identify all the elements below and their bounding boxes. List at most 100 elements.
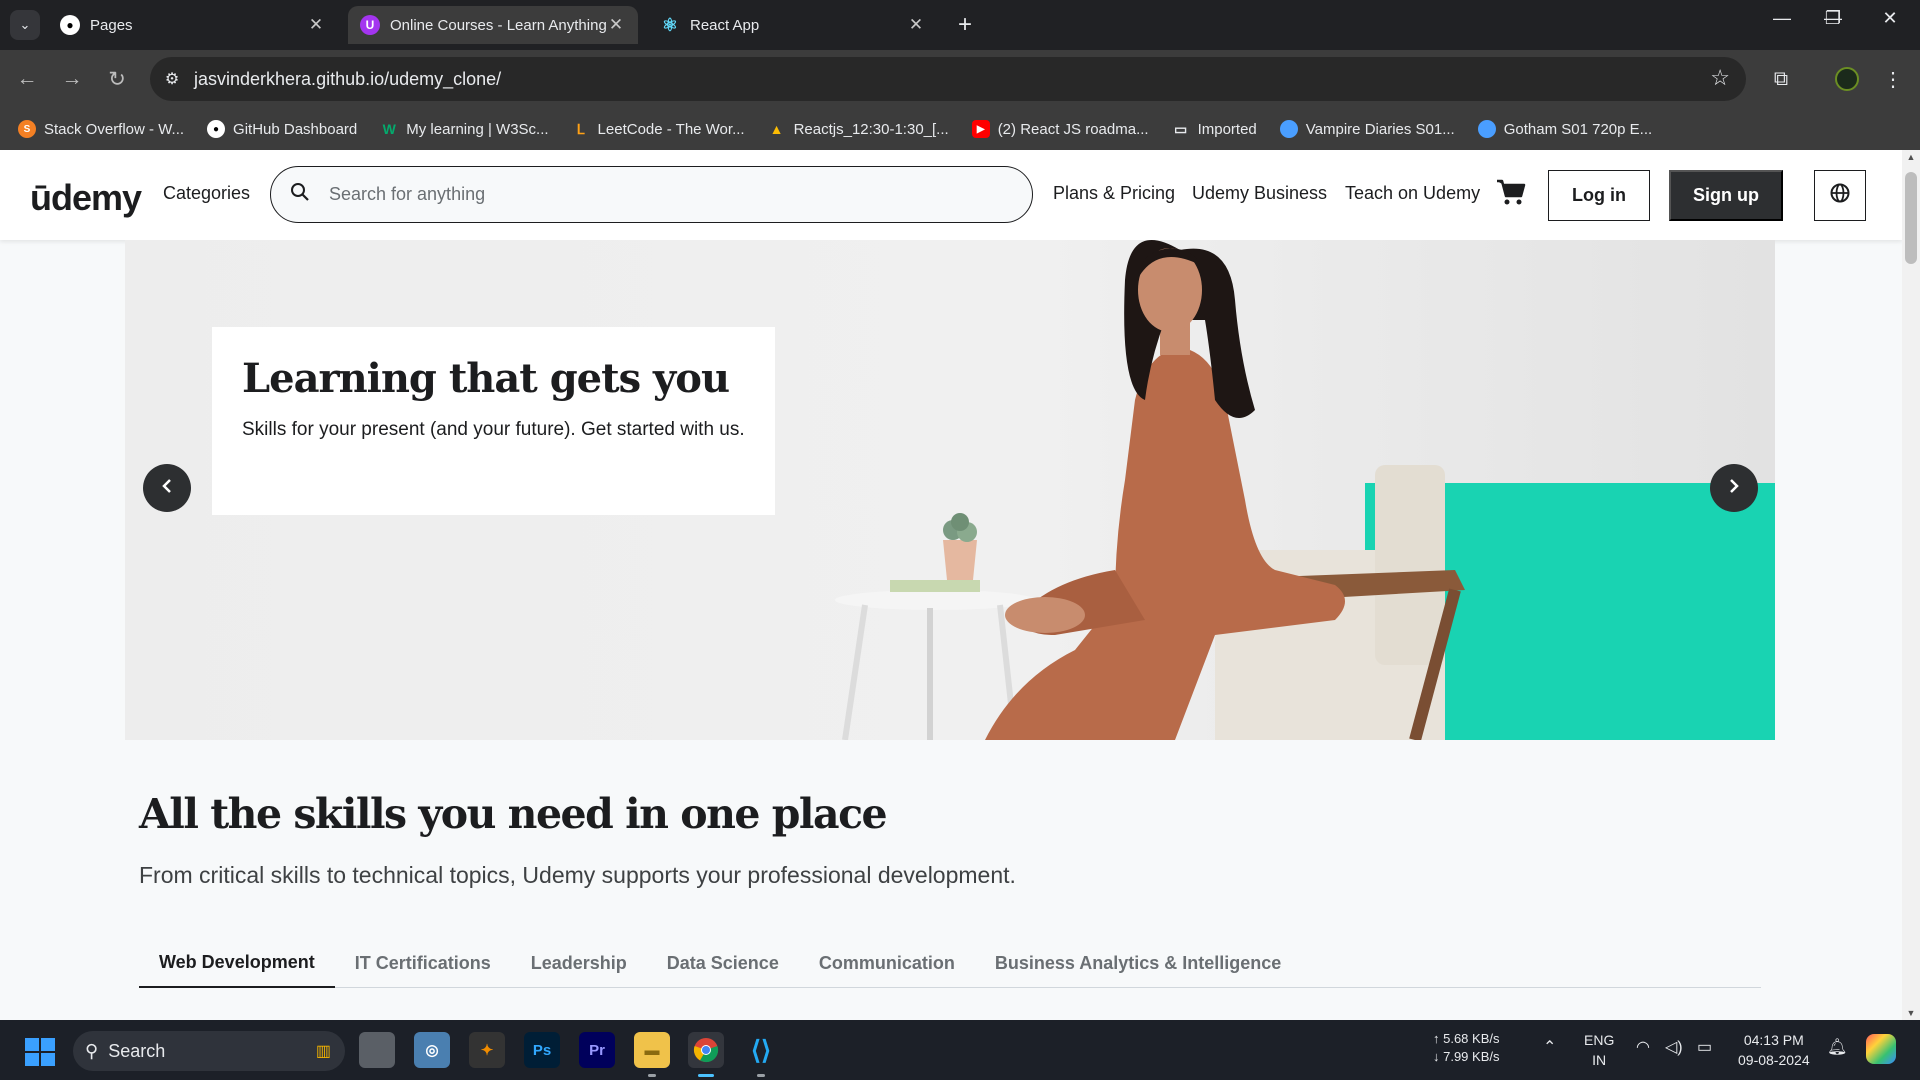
taskbar-search[interactable]: ⚲ Search ▥: [73, 1031, 345, 1071]
chrome-menu-icon[interactable]: ⋮: [1876, 62, 1910, 96]
bookmark-item[interactable]: Vampire Diaries S01...: [1279, 120, 1455, 138]
page-scrollbar[interactable]: ▲ ▼: [1902, 150, 1920, 1020]
search-input[interactable]: [329, 184, 1032, 205]
site-info-icon[interactable]: ⚙: [150, 69, 194, 89]
clock[interactable]: 04:13 PM 09-08-2024: [1738, 1030, 1810, 1070]
logo-text: ūdemy: [30, 177, 142, 218]
bookmark-item[interactable]: Gotham S01 720p E...: [1477, 120, 1652, 138]
address-bar-row: ← → ↻ ⚙ jasvinderkhera.github.io/udemy_c…: [0, 50, 1920, 108]
notification-bell-icon[interactable]: 🔔︎: [1827, 1038, 1847, 1058]
new-tab-icon[interactable]: +: [950, 10, 980, 40]
login-button[interactable]: Log in: [1548, 170, 1650, 221]
volume-icon[interactable]: ◁): [1665, 1038, 1683, 1058]
signup-button[interactable]: Sign up: [1669, 170, 1783, 221]
bookmark-label: Stack Overflow - W...: [44, 120, 185, 138]
scrollbar-thumb[interactable]: [1905, 172, 1917, 264]
bookmark-item[interactable]: ▶ (2) React JS roadma...: [971, 120, 1149, 138]
chevron-right-icon: [1726, 478, 1742, 499]
categories-link[interactable]: Categories: [163, 183, 250, 204]
forward-icon[interactable]: →: [57, 64, 87, 94]
close-tab-icon[interactable]: ✕: [606, 15, 626, 35]
skills-tabs: Web Development IT Certifications Leader…: [139, 938, 1761, 988]
omnibox[interactable]: ⚙ jasvinderkhera.github.io/udemy_clone/ …: [150, 57, 1746, 101]
hero-title: Learning that gets you: [242, 355, 730, 402]
shopping-cart-icon[interactable]: [1496, 178, 1528, 208]
bookmarks-bar: S Stack Overflow - W... ● GitHub Dashboard…: [0, 108, 1920, 150]
file-explorer-icon[interactable]: ▬: [634, 1032, 670, 1068]
url-text[interactable]: jasvinderkhera.github.io/udemy_clone/: [194, 69, 501, 90]
hero-person-illustration: [835, 240, 1465, 740]
tab-title: Online Courses - Learn Anything: [390, 16, 606, 34]
tab-leadership[interactable]: Leadership: [511, 938, 647, 988]
bookmark-label: Vampire Diaries S01...: [1305, 120, 1455, 138]
tab-data-science[interactable]: Data Science: [647, 938, 799, 988]
plans-pricing-link[interactable]: Plans & Pricing: [1053, 183, 1175, 204]
bookmark-item[interactable]: ▲ Reactjs_12:30-1:30_[...: [768, 120, 949, 138]
scroll-up-icon[interactable]: ▲: [1902, 152, 1920, 162]
tab-it-certifications[interactable]: IT Certifications: [335, 938, 511, 988]
vscode-icon[interactable]: ⟨⟩: [743, 1032, 779, 1068]
lang-line-1: ENG: [1584, 1032, 1615, 1048]
bookmark-label: (2) React JS roadma...: [997, 120, 1149, 138]
battery-icon[interactable]: ▭: [1697, 1038, 1712, 1058]
tab-web-development[interactable]: Web Development: [139, 938, 335, 988]
stackoverflow-icon: S: [18, 120, 36, 138]
bookmark-star-icon[interactable]: ☆: [1710, 65, 1730, 91]
chevron-up-icon[interactable]: ⌃: [1543, 1038, 1556, 1058]
bookmark-label: My learning | W3Sc...: [406, 120, 549, 138]
profile-avatar-icon[interactable]: [1830, 62, 1864, 96]
hero-banner: Learning that gets you Skills for your p…: [125, 240, 1775, 740]
restore-window-icon[interactable]: ❐: [1813, 8, 1853, 29]
running-indicator: [648, 1074, 656, 1077]
carousel-prev-button[interactable]: [143, 464, 191, 512]
extensions-icon[interactable]: ⧉: [1764, 62, 1798, 96]
udemy-business-link[interactable]: Udemy Business: [1192, 183, 1327, 204]
udemy-logo[interactable]: ūdemy: [30, 170, 142, 218]
reload-icon[interactable]: ↻: [102, 64, 132, 94]
site-header: ūdemy Categories Plans & Pricing Udemy B…: [0, 150, 1902, 240]
back-icon[interactable]: ←: [12, 64, 42, 94]
premiere-pro-icon[interactable]: Pr: [579, 1032, 615, 1068]
w3schools-icon: W: [382, 121, 396, 137]
photoshop-icon[interactable]: Ps: [524, 1032, 560, 1068]
tab-search-dropdown-icon[interactable]: ⌄: [10, 10, 40, 40]
teach-on-udemy-link[interactable]: Teach on Udemy: [1345, 183, 1480, 204]
wifi-icon[interactable]: ◠: [1636, 1038, 1650, 1058]
scroll-down-icon[interactable]: ▼: [1902, 1008, 1920, 1018]
folder-icon: ▭: [1173, 120, 1188, 137]
minimize-window-icon[interactable]: —: [1762, 8, 1802, 29]
google-drive-icon: ▲: [769, 121, 784, 137]
clock-date: 09-08-2024: [1738, 1052, 1810, 1068]
windows-start-icon[interactable]: [25, 1038, 55, 1066]
language-indicator[interactable]: ENG IN: [1584, 1030, 1614, 1070]
hero-text-card: Learning that gets you Skills for your p…: [212, 327, 775, 515]
close-tab-icon[interactable]: ✕: [306, 15, 326, 35]
bookmark-item[interactable]: S Stack Overflow - W...: [18, 120, 184, 138]
carousel-next-button[interactable]: [1710, 464, 1758, 512]
close-window-icon[interactable]: ✕: [1870, 8, 1910, 29]
bookmark-label: Imported: [1197, 120, 1257, 138]
globe-icon: [1279, 120, 1298, 138]
copilot-icon[interactable]: [1866, 1034, 1896, 1064]
tab-react-app[interactable]: ⚛ React App ✕: [648, 6, 938, 44]
task-view-icon[interactable]: [359, 1032, 395, 1068]
bookmark-item[interactable]: ● GitHub Dashboard: [207, 120, 357, 138]
search-bar[interactable]: [270, 166, 1033, 223]
fl-studio-icon[interactable]: ✦: [469, 1032, 505, 1068]
tab-pages[interactable]: ● Pages ✕: [48, 6, 338, 44]
tab-business-analytics[interactable]: Business Analytics & Intelligence: [975, 938, 1301, 988]
active-indicator: [698, 1074, 714, 1077]
search-highlight-icon: ▥: [315, 1043, 331, 1060]
tab-communication[interactable]: Communication: [799, 938, 975, 988]
windows-taskbar: ⚲ Search ▥ ◎ ✦ Ps Pr ▬ ⟨⟩ ↑ 5.68 KB/s ↓ …: [0, 1020, 1920, 1080]
net-download: ↓ 7.99 KB/s: [1433, 1049, 1500, 1064]
tab-online-courses[interactable]: U Online Courses - Learn Anything ✕: [348, 6, 638, 44]
close-tab-icon[interactable]: ✕: [906, 15, 926, 35]
app-icon[interactable]: ◎: [414, 1032, 450, 1068]
language-button[interactable]: [1814, 170, 1866, 221]
bookmark-item[interactable]: ᒪ LeetCode - The Wor...: [572, 120, 745, 138]
bookmark-folder[interactable]: ▭ Imported: [1172, 120, 1257, 138]
chrome-icon[interactable]: [688, 1032, 724, 1068]
bookmark-item[interactable]: W My learning | W3Sc...: [380, 120, 549, 138]
github-icon: ●: [60, 15, 80, 35]
